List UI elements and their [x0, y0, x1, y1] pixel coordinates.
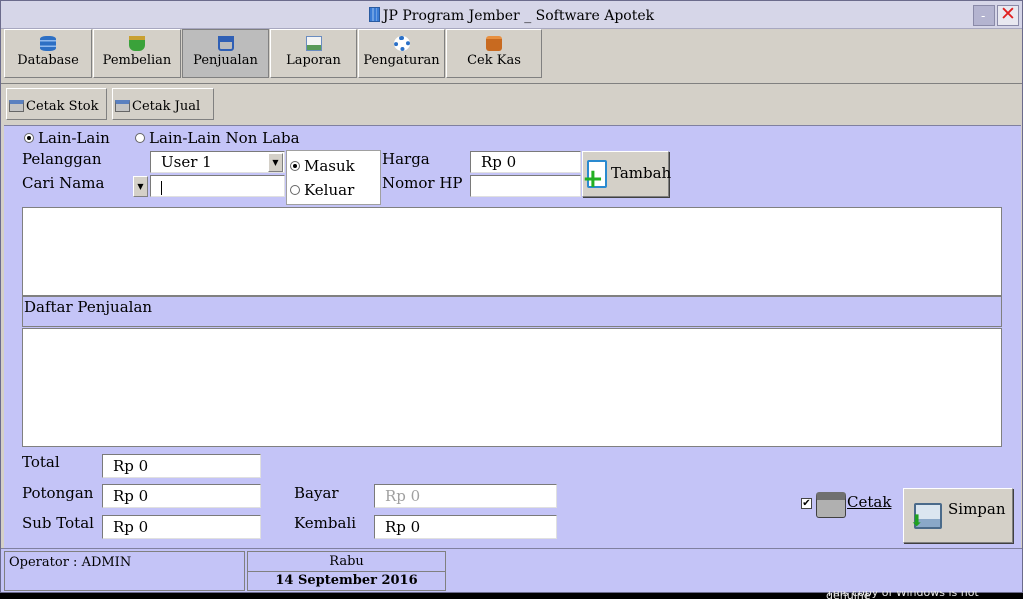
sub-total-field: Rp 0	[102, 515, 261, 539]
date-panel: Rabu 14 September 2016	[247, 551, 446, 591]
daftar-penjualan-header: Daftar Penjualan	[22, 296, 1002, 327]
simpan-button[interactable]: Simpan	[903, 488, 1013, 543]
cari-nama-dropdown-button[interactable]: ▼	[133, 176, 148, 197]
sub-total-label: Sub Total	[22, 514, 94, 532]
radio-dot	[24, 133, 34, 143]
sub-toolbar: Cetak Stok Cetak Jual	[1, 83, 1022, 125]
potongan-label: Potongan	[22, 484, 94, 502]
sales-list[interactable]	[22, 328, 1002, 447]
title-bar: JP Program Jember _ Software Apotek - ✕	[1, 1, 1022, 29]
radio-dot	[290, 185, 300, 195]
tab-database[interactable]: Database	[4, 29, 92, 78]
main-window: JP Program Jember _ Software Apotek - ✕ …	[0, 0, 1023, 593]
printer-icon	[816, 492, 846, 518]
add-file-icon	[582, 160, 607, 194]
tab-penjualan[interactable]: Penjualan	[182, 29, 269, 78]
minimize-button[interactable]: -	[973, 5, 995, 26]
tab-pembelian[interactable]: Pembelian	[93, 29, 181, 78]
tab-laporan[interactable]: Laporan	[270, 29, 357, 78]
windows-watermark: This copy of Windows is not genuine	[826, 591, 979, 599]
chevron-down-icon: ▼	[137, 182, 144, 191]
sales-panel: Lain-Lain Lain-Lain Non Laba Pelanggan U…	[4, 125, 1021, 548]
harga-label: Harga	[382, 150, 430, 168]
report-icon	[305, 36, 322, 51]
tab-cek-kas[interactable]: Cek Kas	[446, 29, 542, 78]
cari-nama-input[interactable]	[150, 175, 285, 197]
day-label: Rabu	[329, 554, 364, 569]
bayar-input[interactable]: Rp 0	[374, 484, 557, 508]
radio-lain-lain-non-laba[interactable]: Lain-Lain Non Laba	[135, 129, 300, 147]
printer-icon	[9, 100, 24, 112]
harga-input[interactable]: Rp 0	[470, 151, 581, 173]
total-label: Total	[22, 453, 60, 471]
date-label: 14 September 2016	[248, 571, 445, 590]
basket-icon	[129, 36, 145, 51]
kembali-field: Rp 0	[374, 515, 557, 539]
radio-lain-lain[interactable]: Lain-Lain	[24, 129, 110, 147]
radio-dot	[290, 161, 300, 171]
radio-dot	[135, 133, 145, 143]
close-icon: ✕	[1000, 3, 1016, 25]
bayar-label: Bayar	[294, 484, 339, 502]
operator-panel: Operator : ADMIN	[4, 551, 245, 591]
cetak-label[interactable]: Cetak	[847, 493, 891, 511]
potongan-input[interactable]: Rp 0	[102, 484, 261, 508]
pelanggan-select[interactable]: User 1 ▼	[150, 151, 285, 173]
cetak-stok-button[interactable]: Cetak Stok	[6, 88, 107, 120]
item-input-area[interactable]	[22, 207, 1002, 296]
cari-nama-label: Cari Nama	[22, 174, 105, 192]
radio-masuk[interactable]: Masuk	[290, 157, 355, 175]
status-bar: Operator : ADMIN Rabu 14 September 2016	[1, 548, 1022, 592]
kembali-label: Kembali	[294, 514, 357, 532]
cetak-checkbox[interactable]: ✔	[801, 498, 812, 509]
text-caret	[161, 181, 162, 195]
radio-keluar[interactable]: Keluar	[290, 181, 354, 199]
pelanggan-label: Pelanggan	[22, 150, 102, 168]
chevron-down-icon[interactable]: ▼	[268, 153, 283, 172]
tab-pengaturan[interactable]: Pengaturan	[358, 29, 445, 78]
save-icon	[910, 503, 942, 530]
close-button[interactable]: ✕	[997, 3, 1019, 26]
masuk-keluar-group: Masuk Keluar	[286, 150, 381, 205]
database-icon	[40, 36, 56, 51]
app-icon	[368, 7, 380, 22]
cart-icon	[217, 36, 234, 51]
total-field: Rp 0	[102, 454, 261, 478]
printer-icon	[115, 100, 130, 112]
window-title: JP Program Jember _ Software Apotek	[1, 7, 1022, 24]
wallet-icon	[486, 36, 502, 51]
nomor-hp-label: Nomor HP	[382, 174, 463, 192]
gear-icon	[393, 36, 410, 51]
nomor-hp-input[interactable]	[470, 175, 581, 197]
cetak-jual-button[interactable]: Cetak Jual	[112, 88, 214, 120]
tambah-button[interactable]: Tambah	[582, 151, 671, 197]
